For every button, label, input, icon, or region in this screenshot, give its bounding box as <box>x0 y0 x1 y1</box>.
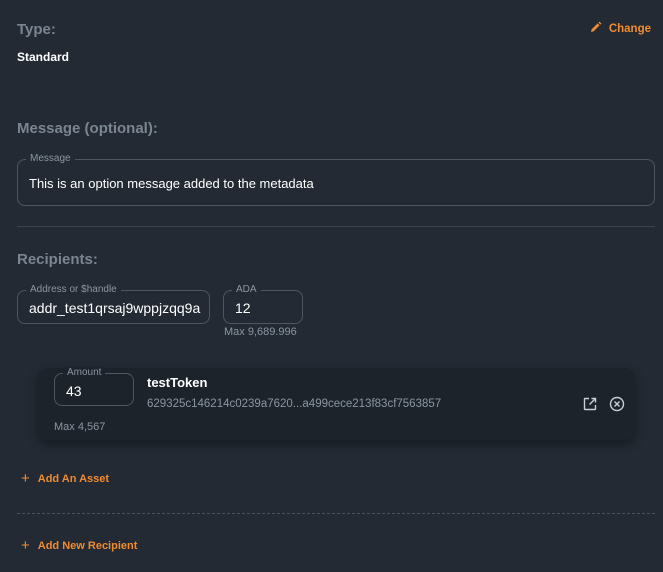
ada-max-helper: Max 9,689.996 <box>224 326 297 338</box>
amount-max-helper: Max 4,567 <box>54 421 106 433</box>
change-type-button[interactable]: Change <box>590 21 651 36</box>
plus-icon: + <box>21 470 30 487</box>
plus-icon: + <box>21 537 30 554</box>
change-type-label: Change <box>608 22 651 35</box>
ada-field[interactable]: ADA 12 <box>223 284 303 324</box>
add-asset-button[interactable]: + Add An Asset <box>21 470 110 487</box>
asset-name: testToken <box>147 375 208 390</box>
external-link-icon[interactable] <box>582 396 598 412</box>
recipients-section-title: Recipients: <box>17 251 98 268</box>
remove-asset-icon[interactable] <box>609 396 625 412</box>
ada-field-label: ADA <box>232 284 261 296</box>
message-section-title: Message (optional): <box>17 120 158 137</box>
asset-policy-id: 629325c146214c0239a7620...a499cece213f83… <box>147 398 442 410</box>
section-divider <box>17 226 655 227</box>
message-input[interactable]: This is an option message added to the m… <box>29 176 314 191</box>
add-recipient-label: Add New Recipient <box>37 540 138 552</box>
amount-input[interactable]: 43 <box>66 383 82 399</box>
recipient-divider <box>17 513 655 514</box>
type-value: Standard <box>17 50 70 64</box>
type-section-title: Type: <box>17 21 56 38</box>
amount-field[interactable]: Amount 43 <box>54 367 134 406</box>
address-input[interactable]: addr_test1qrsaj9wppjzqq9a <box>29 300 209 316</box>
message-field-label: Message <box>26 153 75 165</box>
address-field-label: Address or $handle <box>26 284 121 296</box>
address-field[interactable]: Address or $handle addr_test1qrsaj9wppjz… <box>17 284 210 324</box>
amount-field-label: Amount <box>63 367 106 379</box>
asset-card: Amount 43 Max 4,567 testToken 629325c146… <box>38 367 635 440</box>
add-recipient-button[interactable]: + Add New Recipient <box>21 537 138 554</box>
pencil-icon <box>590 21 602 36</box>
ada-input[interactable]: 12 <box>235 300 251 316</box>
add-asset-label: Add An Asset <box>37 473 110 485</box>
message-field[interactable]: Message This is an option message added … <box>17 153 655 206</box>
